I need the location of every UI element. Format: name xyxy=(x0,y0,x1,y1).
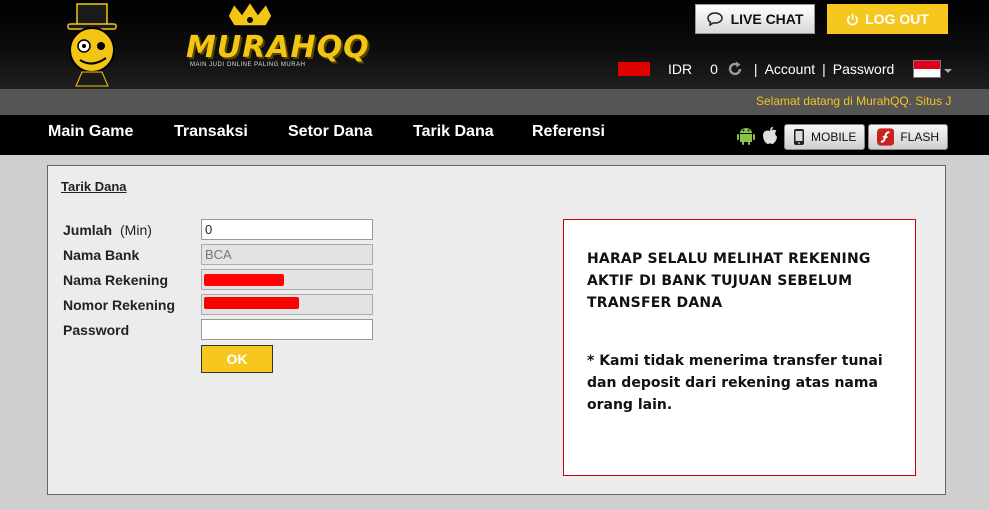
marquee-text: Selamat datang di MurahQQ. Situs J xyxy=(756,94,952,108)
chevron-down-icon[interactable] xyxy=(944,69,953,73)
balance-value: 0 xyxy=(710,61,718,77)
page-title: Tarik Dana xyxy=(61,179,127,194)
nav-transaksi[interactable]: Transaksi xyxy=(174,123,248,141)
redacted-username xyxy=(618,62,650,76)
phone-icon xyxy=(794,129,804,145)
field-label-password: Password xyxy=(63,322,130,338)
field-label-jumlah: Jumlah (Min) xyxy=(63,222,152,238)
murahqq-logo[interactable]: MURAHQQ MAIN JUDI ONLINE PALING MURAH xyxy=(60,0,369,88)
indonesia-flag-icon[interactable] xyxy=(913,60,942,78)
nav-referensi[interactable]: Referensi xyxy=(532,123,605,141)
password-link[interactable]: Password xyxy=(833,61,894,77)
announcement-marquee: Selamat datang di MurahQQ. Situs J xyxy=(0,89,989,115)
chat-bubble-icon xyxy=(706,12,723,26)
nav-setor-dana[interactable]: Setor Dana xyxy=(288,123,372,141)
withdraw-panel: Tarik Dana Jumlah(Min) Nama Bank BCA Nam… xyxy=(47,165,946,495)
android-icon[interactable] xyxy=(737,126,755,146)
field-label-nama-rekening: Nama Rekening xyxy=(63,272,169,288)
password-input[interactable] xyxy=(201,319,373,340)
flash-button[interactable]: FLASH xyxy=(868,124,948,150)
logout-label: LOG OUT xyxy=(865,11,929,27)
logo-tagline: MAIN JUDI ONLINE PALING MURAH xyxy=(190,62,306,68)
currency-label: IDR xyxy=(668,61,693,77)
mobile-label: MOBILE xyxy=(811,130,857,144)
account-link[interactable]: Account xyxy=(765,61,816,77)
redacted-account-number xyxy=(204,297,299,309)
nav-tarik-dana[interactable]: Tarik Dana xyxy=(413,123,494,141)
min-hint: (Min) xyxy=(120,222,152,238)
logout-button[interactable]: LOG OUT xyxy=(827,4,948,34)
notice-warning: HARAP SELALU MELIHAT REKENING AKTIF DI B… xyxy=(587,251,871,311)
separator: | xyxy=(822,61,826,77)
logo-wordmark: MURAHQQ xyxy=(186,30,370,65)
field-label-nama-bank: Nama Bank xyxy=(63,247,140,263)
refresh-icon[interactable] xyxy=(726,60,744,78)
amount-input[interactable] xyxy=(201,219,373,240)
field-label-nomor-rekening: Nomor Rekening xyxy=(63,297,176,313)
notice-box: HARAP SELALU MELIHAT REKENING AKTIF DI B… xyxy=(563,219,916,476)
live-chat-button[interactable]: LIVE CHAT xyxy=(695,4,815,34)
mobile-button[interactable]: MOBILE xyxy=(784,124,866,150)
submit-ok-button[interactable]: OK xyxy=(201,345,273,373)
top-header: MURAHQQ MAIN JUDI ONLINE PALING MURAH LI… xyxy=(0,0,989,89)
flash-icon xyxy=(877,128,895,146)
redacted-account-name xyxy=(204,274,284,286)
live-chat-label: LIVE CHAT xyxy=(730,11,804,27)
notice-note: * Kami tidak menerima transfer tunai dan… xyxy=(587,353,883,413)
bank-name-field: BCA xyxy=(201,244,373,265)
separator: | xyxy=(753,61,758,77)
flash-label: FLASH xyxy=(900,130,939,144)
power-icon xyxy=(847,13,859,25)
apple-icon[interactable] xyxy=(762,126,778,145)
user-bar: IDR 0 | Account | Password xyxy=(618,58,953,80)
nav-main-game[interactable]: Main Game xyxy=(48,123,133,141)
main-nav: Main Game Transaksi Setor Dana Tarik Dan… xyxy=(0,115,989,155)
